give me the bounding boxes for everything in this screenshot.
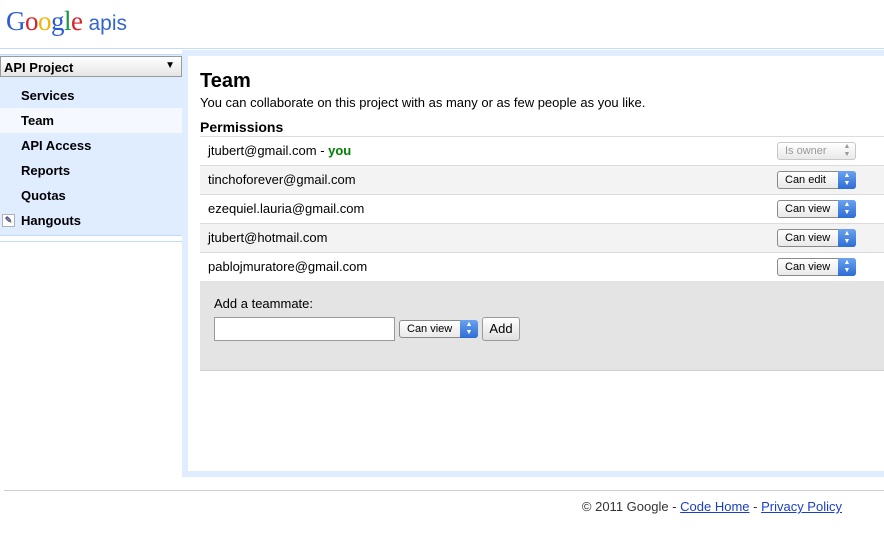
sidebar-item-label: Quotas bbox=[21, 188, 66, 203]
logo-letter: o bbox=[25, 6, 39, 36]
header-divider bbox=[0, 48, 884, 49]
permission-row: jtubert@hotmail.com Can view ▲ ▼ bbox=[200, 224, 884, 253]
permission-select[interactable]: Can view ▲ ▼ bbox=[777, 200, 856, 218]
apis-wordmark: apis bbox=[88, 12, 128, 35]
add-teammate-label: Add a teammate: bbox=[214, 296, 313, 311]
project-select[interactable]: API Project ▼ bbox=[0, 56, 182, 77]
stepper-icon: ▲ ▼ bbox=[838, 200, 856, 218]
sidebar: API Project ▼ Services Team API Access R… bbox=[0, 54, 198, 236]
sidebar-item-label: Services bbox=[21, 88, 75, 103]
permission-row: jtubert@gmail.com - you Is owner ▲ ▼ bbox=[200, 137, 884, 166]
footer-divider bbox=[4, 490, 884, 491]
code-home-link[interactable]: Code Home bbox=[680, 499, 749, 514]
logo-letter: l bbox=[64, 6, 72, 36]
permission-row: ezequiel.lauria@gmail.com Can view ▲ ▼ bbox=[200, 195, 884, 224]
permission-row: tinchoforever@gmail.com Can edit ▲ ▼ bbox=[200, 166, 884, 195]
google-wordmark: Google bbox=[6, 6, 83, 36]
dropdown-arrow-icon: ▼ bbox=[165, 60, 175, 71]
new-teammate-permission-select[interactable]: Can view ▲ ▼ bbox=[399, 320, 478, 338]
project-select-value: API Project bbox=[4, 60, 74, 75]
sidebar-item-services[interactable]: Services bbox=[0, 83, 182, 108]
sidebar-item-quotas[interactable]: Quotas bbox=[0, 183, 182, 208]
sidebar-item-team[interactable]: Team bbox=[0, 108, 198, 133]
permissions-heading: Permissions bbox=[200, 119, 284, 135]
privacy-policy-link[interactable]: Privacy Policy bbox=[761, 499, 842, 514]
logo-letter: o bbox=[38, 6, 52, 36]
sidebar-item-api-access[interactable]: API Access bbox=[0, 133, 182, 158]
member-email: jtubert@hotmail.com bbox=[208, 230, 328, 245]
logo-letter: g bbox=[51, 6, 65, 36]
permission-select[interactable]: Can view ▲ ▼ bbox=[777, 229, 856, 247]
member-email: ezequiel.lauria@gmail.com bbox=[208, 201, 365, 216]
member-email: pablojmuratore@gmail.com bbox=[208, 259, 368, 274]
stepper-icon: ▲ ▼ bbox=[838, 258, 856, 276]
permission-select[interactable]: Can edit ▲ ▼ bbox=[777, 171, 856, 189]
sidebar-item-label: Team bbox=[21, 113, 54, 128]
hangouts-icon: ✎ bbox=[2, 214, 15, 227]
sidebar-item-label: Reports bbox=[21, 163, 71, 178]
teammate-email-input[interactable] bbox=[214, 317, 395, 341]
stepper-icon: ▲ ▼ bbox=[838, 229, 856, 247]
footer: © 2011 Google - Code Home - Privacy Poli… bbox=[582, 499, 842, 514]
you-label: you bbox=[328, 143, 352, 158]
footer-separator: - bbox=[749, 499, 762, 514]
sidebar-item-hangouts[interactable]: ✎ Hangouts bbox=[0, 208, 182, 233]
main-content: Team You can collaborate on this project… bbox=[188, 56, 884, 471]
member-email: jtubert@gmail.com - you bbox=[208, 143, 352, 158]
google-apis-logo[interactable]: Google apis bbox=[6, 6, 127, 46]
stepper-icon: ▲ ▼ bbox=[838, 171, 856, 189]
sidebar-item-label: Hangouts bbox=[21, 213, 81, 228]
page-subtitle: You can collaborate on this project with… bbox=[200, 95, 646, 110]
member-email: tinchoforever@gmail.com bbox=[208, 172, 356, 187]
stepper-icon: ▲ ▼ bbox=[843, 143, 851, 158]
page-title: Team bbox=[200, 70, 251, 92]
permission-select: Is owner ▲ ▼ bbox=[777, 142, 856, 160]
add-teammate-button[interactable]: Add bbox=[482, 317, 520, 341]
logo-letter: e bbox=[71, 6, 83, 36]
sidebar-lower-panel bbox=[0, 241, 182, 477]
permission-select[interactable]: Can view ▲ ▼ bbox=[777, 258, 856, 276]
permission-row: pablojmuratore@gmail.com Can view ▲ ▼ bbox=[200, 253, 884, 282]
logo-letter: G bbox=[6, 6, 26, 36]
stepper-icon: ▲ ▼ bbox=[460, 320, 478, 338]
copyright-text: © 2011 Google - bbox=[581, 499, 681, 514]
add-teammate-panel: Add a teammate: Can view ▲ ▼ Add bbox=[200, 281, 884, 371]
sidebar-item-reports[interactable]: Reports bbox=[0, 158, 182, 183]
permissions-table: jtubert@gmail.com - you Is owner ▲ ▼ tinc… bbox=[200, 136, 884, 282]
sidebar-item-label: API Access bbox=[21, 138, 92, 153]
sidebar-nav: Services Team API Access Reports Quotas … bbox=[0, 83, 198, 233]
